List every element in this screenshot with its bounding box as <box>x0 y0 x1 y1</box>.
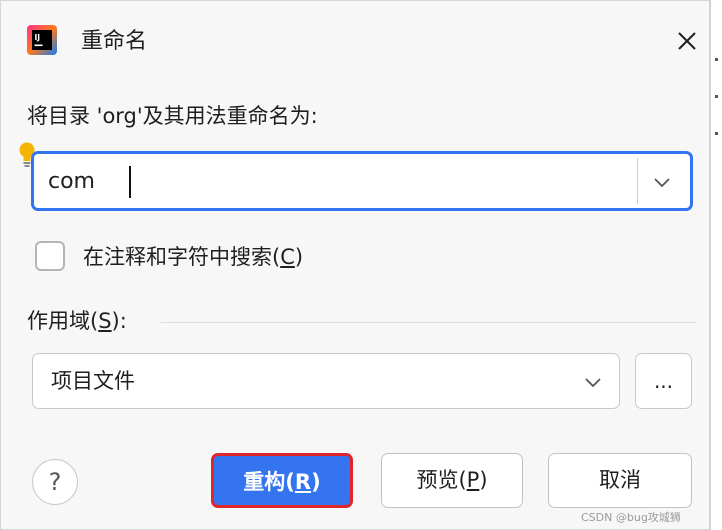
scope-label: 作用域(S): <box>27 306 127 336</box>
preview-mnemonic: P <box>466 468 480 492</box>
refactor-button-text: 重构( <box>243 470 295 494</box>
chevron-down-icon[interactable] <box>652 172 672 192</box>
search-comments-label-tail: ) <box>294 245 304 269</box>
close-icon[interactable] <box>671 25 703 57</box>
refactor-button[interactable]: 重构(R) <box>211 453 353 508</box>
watermark: CSDN @bug攻城狮 <box>581 511 681 524</box>
cancel-button[interactable]: 取消 <box>548 453 692 508</box>
scope-selected-value: 项目文件 <box>51 369 135 393</box>
background-editor-edge <box>710 0 722 530</box>
rename-dialog: IJ 重命名 将目录 'org'及其用法重命名为: 在注释和字符中搜索(C) 作… <box>0 0 710 530</box>
new-name-input[interactable] <box>48 162 628 200</box>
intellij-idea-icon: IJ <box>27 25 57 55</box>
scope-label-tail: ): <box>111 309 127 333</box>
scope-browse-button[interactable]: ... <box>635 353 692 409</box>
refactor-mnemonic: R <box>294 470 312 494</box>
scope-mnemonic: S <box>98 309 112 333</box>
combo-divider <box>637 158 638 204</box>
scope-select[interactable]: 项目文件 <box>32 353 620 409</box>
edge-mark <box>715 132 718 135</box>
search-comments-checkbox[interactable] <box>35 241 65 271</box>
refactor-button-tail: ) <box>311 470 321 494</box>
scope-separator <box>161 322 697 323</box>
text-caret <box>129 166 131 198</box>
preview-button-text: 预览( <box>416 468 467 492</box>
search-comments-label-text: 在注释和字符中搜索( <box>83 245 281 269</box>
new-name-combo[interactable] <box>31 151 693 211</box>
rename-prompt: 将目录 'org'及其用法重命名为: <box>27 104 318 128</box>
search-comments-mnemonic: C <box>280 245 295 269</box>
search-comments-label[interactable]: 在注释和字符中搜索(C) <box>83 242 303 272</box>
preview-button[interactable]: 预览(P) <box>381 453 523 508</box>
edge-mark <box>715 95 718 98</box>
edge-mark <box>715 58 718 61</box>
dialog-title: 重命名 <box>81 29 148 54</box>
preview-button-tail: ) <box>479 468 488 492</box>
scope-label-text: 作用域( <box>27 309 99 333</box>
svg-text:IJ: IJ <box>35 33 41 42</box>
help-button[interactable]: ? <box>32 459 78 505</box>
chevron-down-icon <box>585 378 601 388</box>
